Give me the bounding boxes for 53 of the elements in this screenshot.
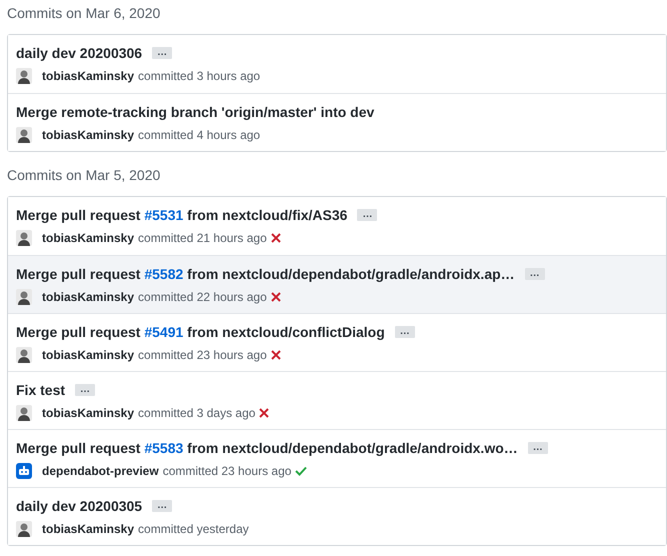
avatar-icon[interactable] [16, 521, 32, 537]
commit-title[interactable]: Merge pull request #5491 from nextcloud/conflictDialog [16, 322, 385, 342]
commit-time: committed 23 hours ago [138, 347, 267, 364]
expand-button[interactable]: … [528, 442, 548, 454]
author-link[interactable]: tobiasKaminsky [42, 520, 134, 538]
commit-time: committed 4 hours ago [138, 127, 260, 144]
author-link[interactable]: tobiasKaminsky [42, 346, 134, 364]
commit-title[interactable]: Fix test [16, 380, 66, 400]
commit-title[interactable]: Merge remote-tracking branch 'origin/master' into dev [16, 102, 374, 122]
author-link[interactable]: tobiasKaminsky [42, 288, 134, 306]
avatar-icon[interactable] [16, 68, 32, 84]
commit-row[interactable]: daily dev 20200305 … tobiasKaminsky committed yesterday [8, 487, 666, 545]
pull-request-link[interactable]: #5531 [144, 206, 184, 222]
commit-row[interactable]: Merge remote-tracking branch 'origin/master' into dev tobiasKaminsky committed 4 hours ago [8, 93, 666, 151]
commit-row[interactable]: Merge pull request #5582 from nextcloud/dependabot/gradle/androidx.ap… … tobiasKaminsky committed 22 hours ago [8, 255, 666, 313]
expand-button[interactable]: … [357, 209, 378, 221]
author-link[interactable]: dependabot-preview [42, 462, 159, 480]
avatar-icon[interactable] [16, 347, 32, 363]
commit-title[interactable]: Merge pull request #5583 from nextcloud/dependabot/gradle/androidx.wo… [16, 438, 518, 458]
commit-time: committed 23 hours ago [162, 463, 292, 480]
cross-icon[interactable] [259, 408, 270, 418]
expand-button[interactable]: … [75, 384, 96, 396]
author-link[interactable]: tobiasKaminsky [42, 229, 134, 247]
cross-icon[interactable] [270, 292, 281, 302]
expand-button[interactable]: … [152, 47, 172, 59]
commit-title[interactable]: daily dev 20200306 [16, 42, 142, 64]
check-icon[interactable] [295, 466, 308, 476]
commit-title[interactable]: Merge pull request #5582 from nextcloud/dependabot/gradle/androidx.ap… [16, 264, 515, 284]
expand-button[interactable]: … [394, 326, 415, 338]
cross-icon[interactable] [270, 350, 281, 360]
avatar-icon[interactable] [16, 230, 32, 246]
date-heading: Commits on Mar 5, 2020 [7, 166, 162, 184]
author-link[interactable]: tobiasKaminsky [42, 126, 134, 144]
commit-time: committed 21 hours ago [138, 230, 267, 247]
author-link[interactable]: tobiasKaminsky [42, 67, 134, 85]
commit-time: committed 3 days ago [138, 405, 256, 422]
pull-request-link[interactable]: #5491 [144, 324, 184, 340]
pull-request-link[interactable]: #5582 [144, 266, 184, 282]
commit-time: committed 3 hours ago [138, 68, 260, 85]
expand-button[interactable]: … [524, 268, 545, 280]
pull-request-link[interactable]: #5583 [144, 440, 184, 456]
commit-time: committed yesterday [138, 521, 249, 538]
commit-time: committed 22 hours ago [138, 289, 267, 306]
bot-icon[interactable] [16, 463, 32, 479]
commit-title[interactable]: Merge pull request #5531 from nextcloud/fix/AS36 [16, 204, 348, 226]
cross-icon[interactable] [270, 233, 281, 243]
avatar-icon[interactable] [16, 405, 32, 421]
expand-button[interactable]: … [152, 500, 172, 512]
avatar-icon[interactable] [16, 127, 32, 143]
date-heading: Commits on Mar 6, 2020 [7, 4, 162, 22]
commit-title[interactable]: daily dev 20200305 [16, 496, 142, 516]
avatar-icon[interactable] [16, 289, 32, 305]
author-link[interactable]: tobiasKaminsky [42, 404, 134, 422]
